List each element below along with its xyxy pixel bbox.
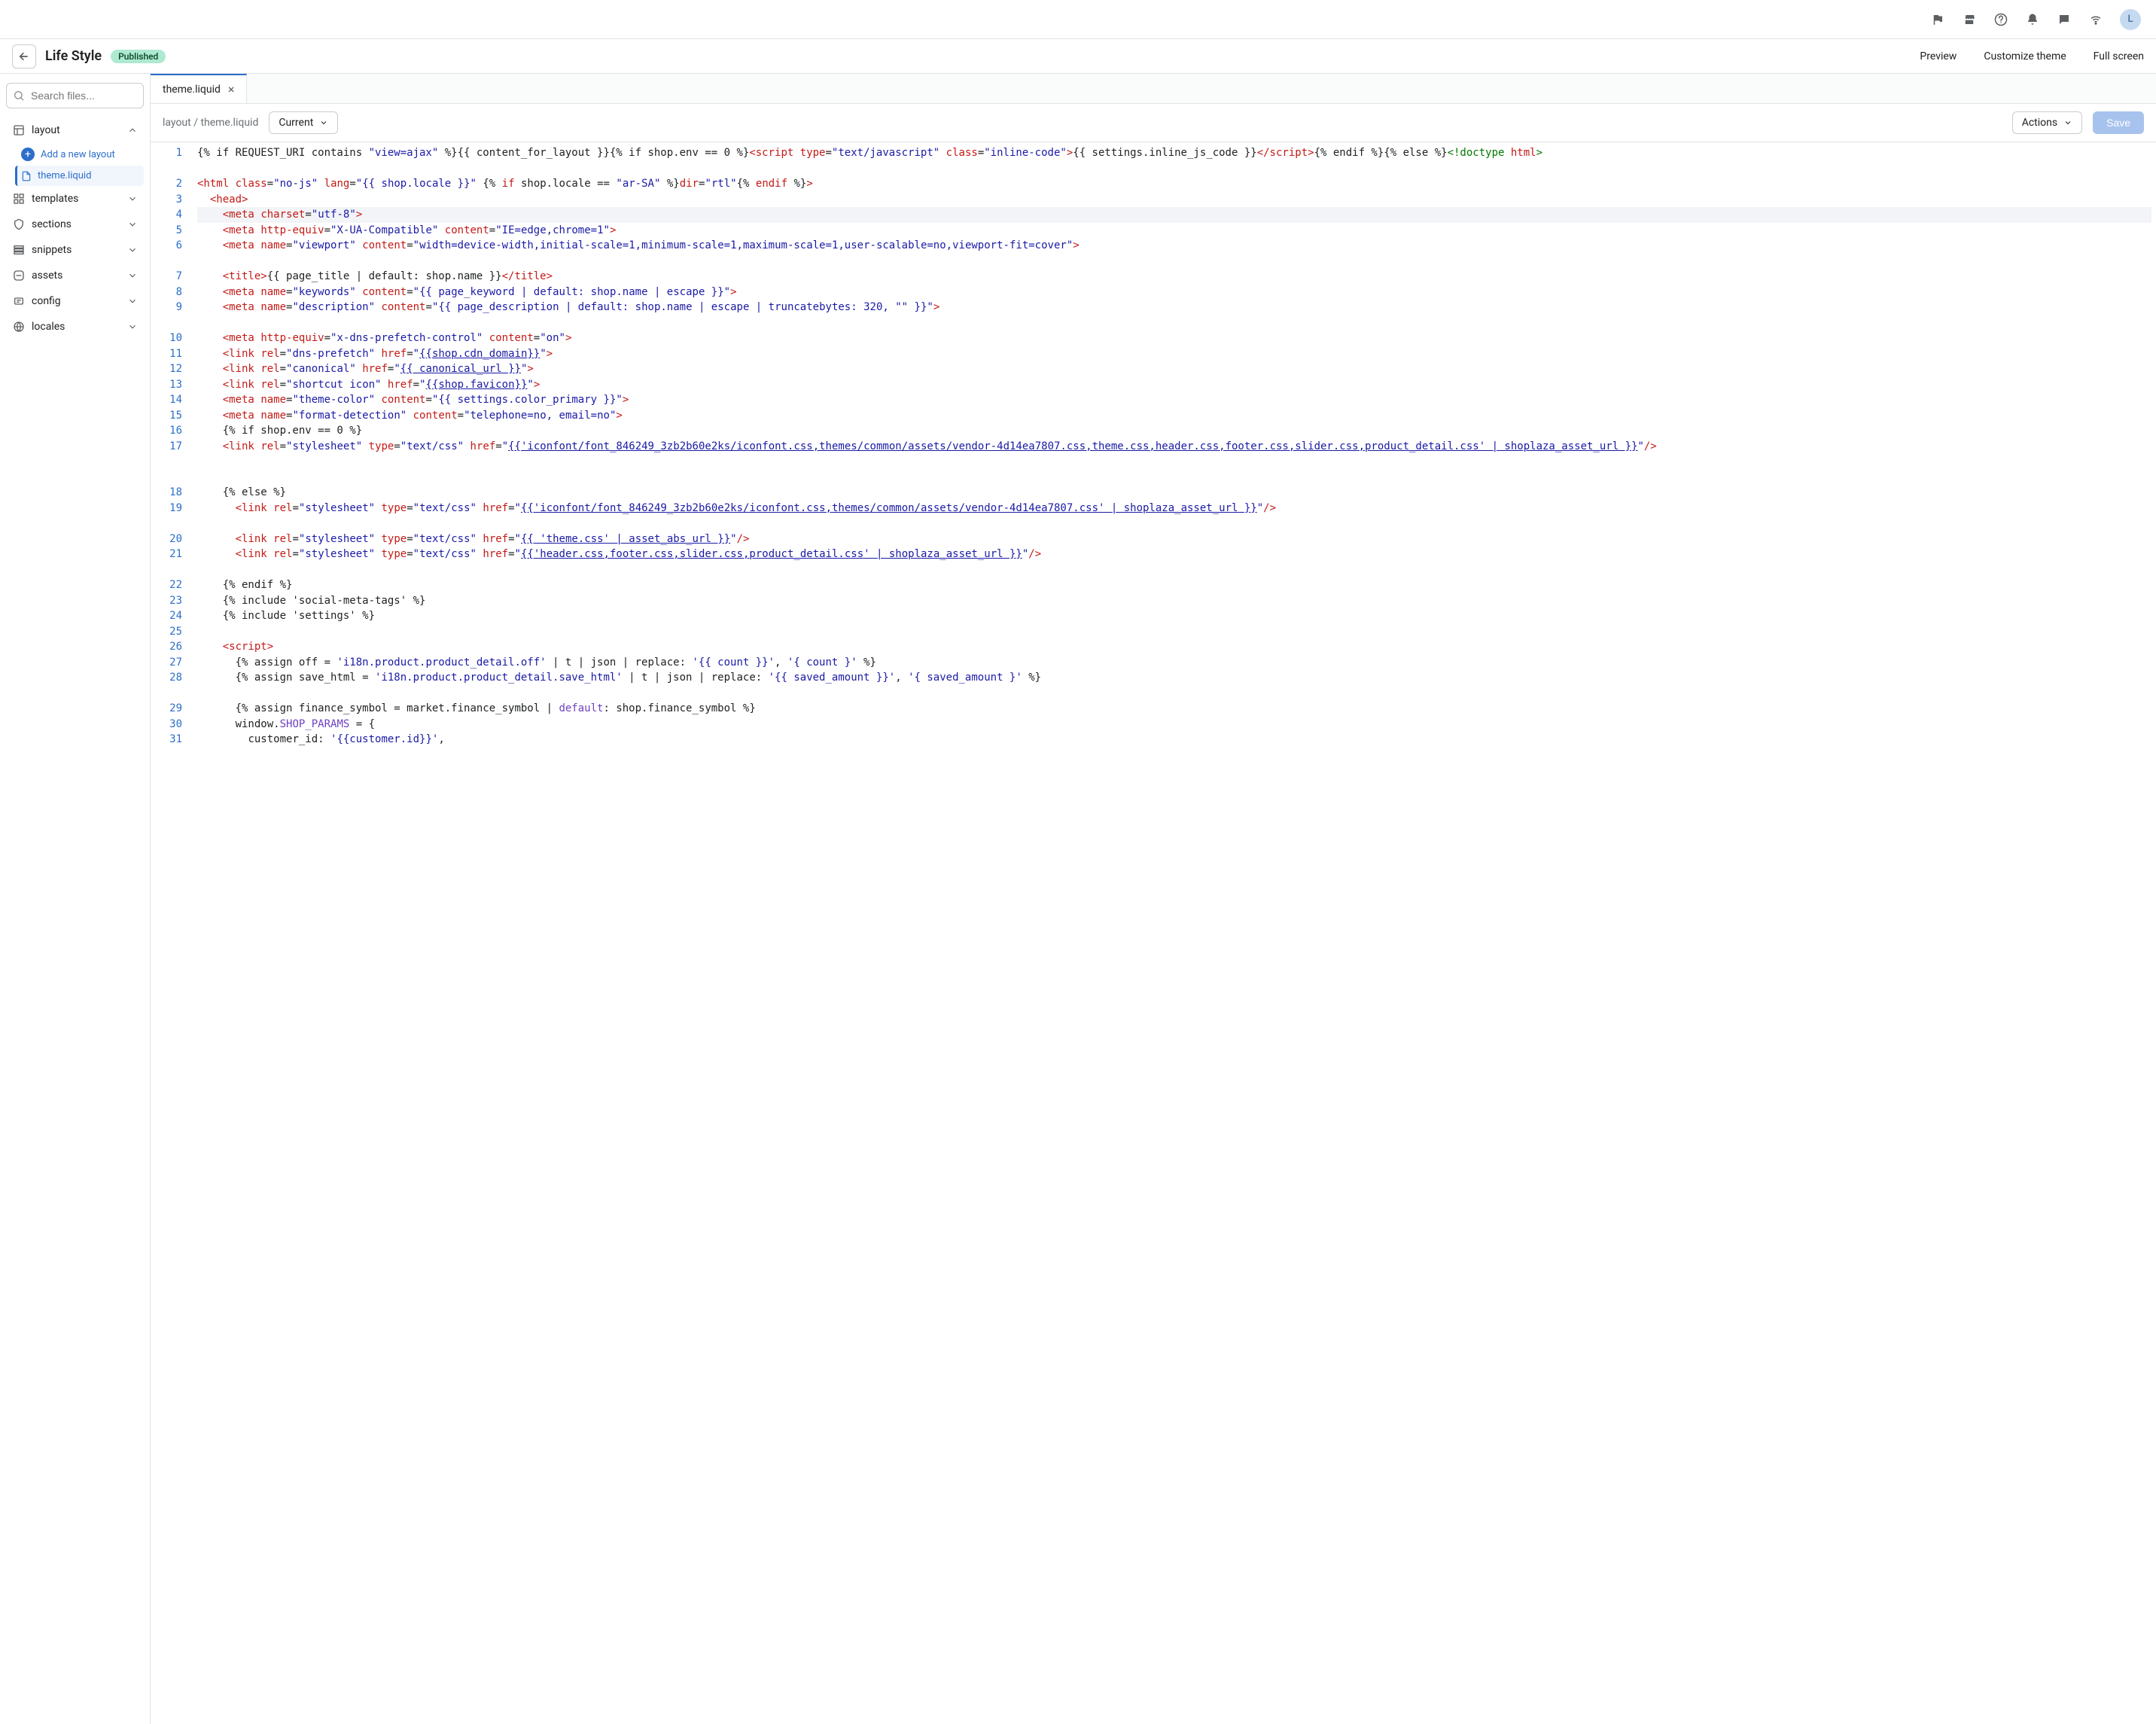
actions-label: Actions	[2022, 117, 2057, 129]
flag-icon[interactable]	[1930, 12, 1945, 27]
search-input[interactable]	[6, 83, 144, 108]
chat-icon[interactable]	[2057, 12, 2072, 27]
chevron-down-icon	[2063, 118, 2072, 127]
preview-link[interactable]: Preview	[1920, 50, 1957, 62]
sidebar-item-label: locales	[32, 321, 65, 333]
templates-icon	[12, 192, 26, 206]
save-button[interactable]: Save	[2093, 111, 2144, 134]
sidebar-item-label: assets	[32, 270, 62, 282]
main: layout + Add a new layout theme.liquid t…	[0, 74, 2156, 1724]
config-icon	[12, 294, 26, 308]
store-icon[interactable]	[1962, 12, 1977, 27]
sidebar: layout + Add a new layout theme.liquid t…	[0, 74, 151, 1724]
sidebar-item-assets[interactable]: assets	[6, 263, 144, 288]
chevron-up-icon	[127, 125, 138, 136]
back-button[interactable]	[12, 44, 36, 69]
page-title: Life Style	[45, 48, 102, 64]
sidebar-item-locales[interactable]: locales	[6, 314, 144, 340]
file-item-label: theme.liquid	[38, 170, 91, 181]
customize-link[interactable]: Customize theme	[1984, 50, 2066, 62]
chevron-down-icon	[127, 219, 138, 230]
search-icon	[13, 90, 25, 102]
snippets-icon	[12, 243, 26, 257]
sidebar-item-label: sections	[32, 218, 72, 230]
plus-icon: +	[21, 148, 35, 161]
add-layout-link[interactable]: + Add a new layout	[15, 143, 144, 166]
status-badge: Published	[111, 50, 166, 63]
chevron-down-icon	[319, 118, 328, 127]
file-icon	[21, 171, 32, 181]
assets-icon	[12, 269, 26, 282]
sidebar-item-label: layout	[32, 124, 60, 136]
file-item-theme-liquid[interactable]: theme.liquid	[15, 166, 144, 186]
sidebar-item-label: templates	[32, 193, 78, 205]
chevron-down-icon	[127, 193, 138, 204]
help-icon[interactable]	[1993, 12, 2008, 27]
breadcrumb: layout / theme.liquid	[163, 117, 258, 129]
bell-icon[interactable]	[2025, 12, 2040, 27]
locales-icon	[12, 320, 26, 334]
chevron-down-icon	[127, 321, 138, 332]
editor-toolbar: layout / theme.liquid Current Actions Sa…	[151, 104, 2156, 142]
version-dropdown[interactable]: Current	[269, 111, 338, 134]
sidebar-item-snippets[interactable]: snippets	[6, 237, 144, 263]
wifi-icon[interactable]	[2088, 12, 2103, 27]
layout-icon	[12, 123, 26, 137]
tab-label: theme.liquid	[163, 84, 221, 96]
sections-icon	[12, 218, 26, 231]
editor-area: theme.liquid × layout / theme.liquid Cur…	[151, 74, 2156, 1724]
fullscreen-link[interactable]: Full screen	[2094, 50, 2144, 62]
sidebar-item-layout[interactable]: layout	[6, 117, 144, 143]
sidebar-item-config[interactable]: config	[6, 288, 144, 314]
close-icon[interactable]: ×	[228, 84, 235, 96]
tab-theme-liquid[interactable]: theme.liquid ×	[151, 74, 247, 103]
actions-dropdown[interactable]: Actions	[2012, 111, 2082, 134]
topbar: L	[0, 0, 2156, 39]
chevron-down-icon	[127, 296, 138, 306]
sidebar-item-templates[interactable]: templates	[6, 186, 144, 212]
page-header: Life Style Published Preview Customize t…	[0, 39, 2156, 74]
chevron-down-icon	[127, 270, 138, 281]
code-editor[interactable]: 1234567891011121314151617181920212223242…	[151, 142, 2156, 1724]
tab-bar: theme.liquid ×	[151, 74, 2156, 104]
add-layout-label: Add a new layout	[41, 149, 115, 160]
sidebar-item-sections[interactable]: sections	[6, 212, 144, 237]
avatar[interactable]: L	[2120, 9, 2141, 30]
line-gutter: 1234567891011121314151617181920212223242…	[151, 142, 193, 1724]
sidebar-item-label: snippets	[32, 244, 72, 256]
code-content[interactable]: {% if REQUEST_URI contains "view=ajax" %…	[193, 142, 2156, 1724]
version-label: Current	[279, 117, 313, 129]
search-box	[6, 83, 144, 108]
chevron-down-icon	[127, 245, 138, 255]
sidebar-item-label: config	[32, 295, 61, 307]
